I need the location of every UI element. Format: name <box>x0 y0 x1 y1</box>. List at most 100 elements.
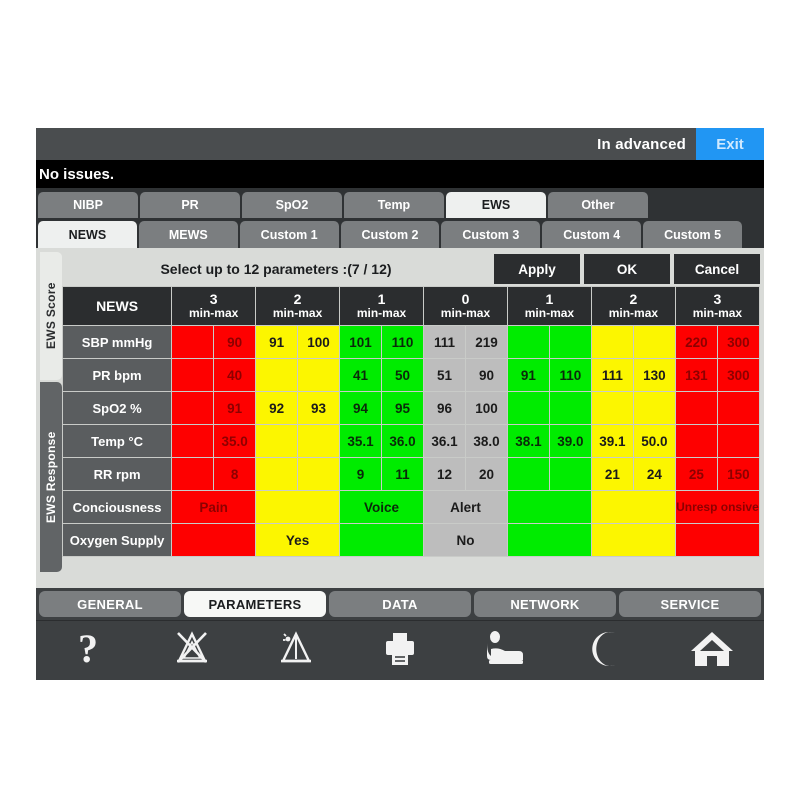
alarm-off-icon[interactable] <box>161 626 223 672</box>
cell-spo2-11[interactable] <box>632 391 676 425</box>
cell-pr-3[interactable] <box>297 358 341 392</box>
cell-sbp-13[interactable]: 300 <box>716 325 761 359</box>
cell-temp-2[interactable] <box>255 424 299 458</box>
cell-temp-12[interactable] <box>674 424 718 458</box>
cell-sbp-0[interactable] <box>171 325 215 359</box>
cell-oxygen-6[interactable] <box>674 523 761 557</box>
cell-rr-3[interactable] <box>297 457 341 491</box>
row-label-rr[interactable]: RR rpm <box>61 457 173 491</box>
cell-sbp-10[interactable] <box>590 325 634 359</box>
cell-pr-12[interactable]: 131 <box>674 358 718 392</box>
cell-sbp-11[interactable] <box>632 325 676 359</box>
cell-conciousness-0[interactable]: Pain <box>171 490 257 524</box>
vtab-ews-response[interactable]: EWS Response <box>40 382 62 572</box>
cell-conciousness-3[interactable]: Alert <box>423 490 508 524</box>
cell-spo2-2[interactable]: 92 <box>255 391 299 425</box>
home-icon[interactable] <box>681 626 743 672</box>
table-row[interactable]: RR rpm 8 9 11 12 20 21 24 25 150 <box>61 457 761 491</box>
cell-temp-5[interactable]: 36.0 <box>381 424 424 458</box>
cell-temp-11[interactable]: 50.0 <box>632 424 676 458</box>
bottom-tab-general[interactable]: GENERAL <box>39 591 181 617</box>
cell-sbp-12[interactable]: 220 <box>674 325 718 359</box>
cell-pr-9[interactable]: 110 <box>548 358 592 392</box>
cell-rr-9[interactable] <box>548 457 592 491</box>
cell-sbp-3[interactable]: 100 <box>297 325 341 359</box>
table-row[interactable]: SBP mmHg 90 91 100 101 110 111 219 220 3… <box>61 325 761 359</box>
patient-bed-icon[interactable] <box>473 626 535 672</box>
tab-pr[interactable]: PR <box>140 192 240 218</box>
cell-temp-7[interactable]: 38.0 <box>464 424 508 458</box>
cell-temp-8[interactable]: 38.1 <box>506 424 550 458</box>
exit-button[interactable]: Exit <box>696 128 764 160</box>
cell-temp-10[interactable]: 39.1 <box>590 424 634 458</box>
cell-temp-6[interactable]: 36.1 <box>423 424 466 458</box>
cell-spo2-6[interactable]: 96 <box>423 391 466 425</box>
bottom-tab-parameters[interactable]: PARAMETERS <box>184 591 326 617</box>
cell-sbp-2[interactable]: 91 <box>255 325 299 359</box>
row-label-pr[interactable]: PR bpm <box>61 358 173 392</box>
cell-oxygen-3[interactable]: No <box>423 523 508 557</box>
cell-rr-8[interactable] <box>506 457 550 491</box>
cell-temp-0[interactable] <box>171 424 215 458</box>
row-label-sbp[interactable]: SBP mmHg <box>61 325 173 359</box>
cell-spo2-7[interactable]: 100 <box>464 391 508 425</box>
cell-oxygen-5[interactable] <box>590 523 676 557</box>
row-label-conciousness[interactable]: Conciousness <box>61 490 173 524</box>
cell-spo2-9[interactable] <box>548 391 592 425</box>
cell-conciousness-2[interactable]: Voice <box>339 490 424 524</box>
tab-custom-2[interactable]: Custom 2 <box>340 221 440 248</box>
cell-pr-11[interactable]: 130 <box>632 358 676 392</box>
cancel-button[interactable]: Cancel <box>674 254 760 284</box>
cell-temp-13[interactable] <box>716 424 761 458</box>
night-mode-icon[interactable] <box>577 626 639 672</box>
cell-spo2-4[interactable]: 94 <box>339 391 383 425</box>
tab-news[interactable]: NEWS <box>38 221 137 248</box>
cell-pr-1[interactable]: 40 <box>213 358 257 392</box>
cell-spo2-13[interactable] <box>716 391 761 425</box>
cell-rr-0[interactable] <box>171 457 215 491</box>
cell-temp-9[interactable]: 39.0 <box>548 424 592 458</box>
vtab-ews-score[interactable]: EWS Score <box>40 252 62 380</box>
row-label-spo2[interactable]: SpO2 % <box>61 391 173 425</box>
cell-pr-10[interactable]: 111 <box>590 358 634 392</box>
cell-conciousness-4[interactable] <box>506 490 592 524</box>
cell-rr-5[interactable]: 11 <box>381 457 424 491</box>
bottom-tab-data[interactable]: DATA <box>329 591 471 617</box>
cell-pr-6[interactable]: 51 <box>423 358 466 392</box>
table-row[interactable]: Oxygen Supply Yes No <box>61 523 761 557</box>
table-row[interactable]: SpO2 % 91 92 93 94 95 96 100 <box>61 391 761 425</box>
row-label-oxygen-supply[interactable]: Oxygen Supply <box>61 523 173 557</box>
cell-sbp-8[interactable] <box>506 325 550 359</box>
tab-other[interactable]: Other <box>548 192 648 218</box>
cell-spo2-0[interactable] <box>171 391 215 425</box>
bottom-tab-network[interactable]: NETWORK <box>474 591 616 617</box>
cell-spo2-3[interactable]: 93 <box>297 391 341 425</box>
cell-conciousness-6[interactable]: Unresp onsive <box>674 490 761 524</box>
cell-pr-13[interactable]: 300 <box>716 358 761 392</box>
cell-pr-4[interactable]: 41 <box>339 358 383 392</box>
cell-sbp-1[interactable]: 90 <box>213 325 257 359</box>
cell-oxygen-1[interactable]: Yes <box>255 523 341 557</box>
cell-sbp-7[interactable]: 219 <box>464 325 508 359</box>
tab-nibp[interactable]: NIBP <box>38 192 138 218</box>
table-row[interactable]: Conciousness Pain Voice Alert Unresp ons… <box>61 490 761 524</box>
cell-rr-2[interactable] <box>255 457 299 491</box>
apply-button[interactable]: Apply <box>494 254 580 284</box>
cell-rr-13[interactable]: 150 <box>716 457 761 491</box>
cell-rr-1[interactable]: 8 <box>213 457 257 491</box>
cell-rr-12[interactable]: 25 <box>674 457 718 491</box>
alarm-pause-icon[interactable] <box>265 626 327 672</box>
tab-custom-3[interactable]: Custom 3 <box>441 221 541 248</box>
cell-pr-7[interactable]: 90 <box>464 358 508 392</box>
tab-custom-1[interactable]: Custom 1 <box>239 221 339 248</box>
tab-ews[interactable]: EWS <box>446 192 546 218</box>
cell-oxygen-4[interactable] <box>506 523 592 557</box>
table-row[interactable]: PR bpm 40 41 50 51 90 91 110 111 130 131 <box>61 358 761 392</box>
cell-temp-3[interactable] <box>297 424 341 458</box>
cell-rr-6[interactable]: 12 <box>423 457 466 491</box>
bottom-tab-service[interactable]: SERVICE <box>619 591 761 617</box>
row-label-temp[interactable]: Temp °C <box>61 424 173 458</box>
cell-pr-2[interactable] <box>255 358 299 392</box>
cell-sbp-6[interactable]: 111 <box>423 325 466 359</box>
cell-pr-5[interactable]: 50 <box>381 358 424 392</box>
